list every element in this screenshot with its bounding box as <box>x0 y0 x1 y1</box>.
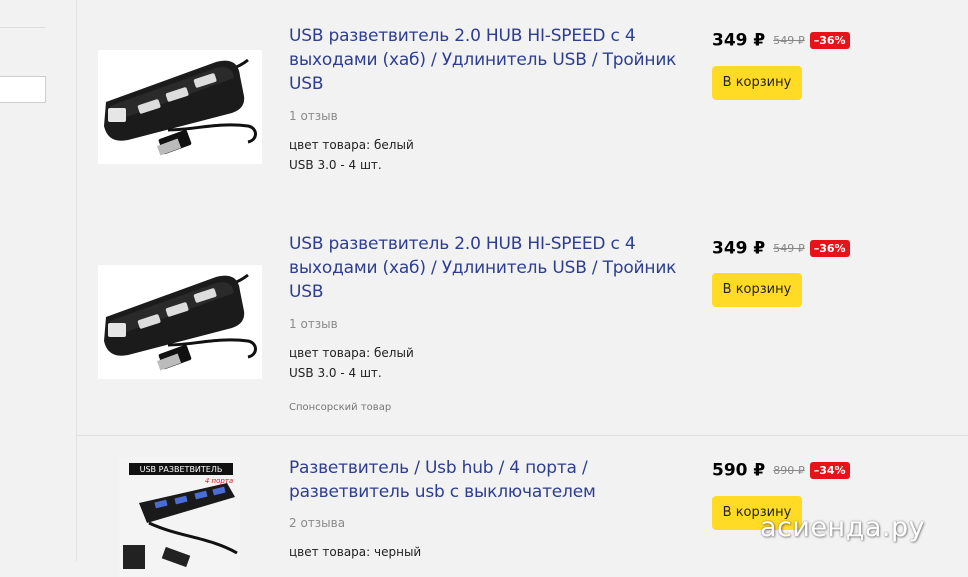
product-attribute-color: цвет товара: черный <box>289 545 422 559</box>
filter-input[interactable] <box>0 76 46 103</box>
product-attribute-color: цвет товара: белый <box>289 138 414 152</box>
reviews-count[interactable]: 1 отзыв <box>289 317 338 331</box>
product-card: USB РАЗВЕТВИТЕЛЬ 4 порта Разветвитель / … <box>77 436 968 577</box>
product-image[interactable] <box>98 50 262 164</box>
discount-badge: –36% <box>809 32 850 49</box>
old-price: 549 ₽ <box>773 34 805 47</box>
filter-sidebar <box>0 0 60 561</box>
product-image[interactable]: USB РАЗВЕТВИТЕЛЬ 4 порта <box>119 457 240 577</box>
current-price: 349 ₽ <box>712 30 766 51</box>
usb-hub-box-icon: USB РАЗВЕТВИТЕЛЬ 4 порта <box>119 457 240 577</box>
product-card: USB разветвитель 2.0 HUB HI-SPEED с 4 вы… <box>77 212 968 436</box>
product-image[interactable] <box>98 265 262 379</box>
discount-badge: –36% <box>809 240 850 257</box>
discount-badge: –34% <box>809 462 850 479</box>
product-list: USB разветвитель 2.0 HUB HI-SPEED с 4 вы… <box>76 0 968 577</box>
add-to-cart-button[interactable]: В корзину <box>712 273 802 307</box>
current-price: 349 ₽ <box>712 238 766 259</box>
old-price: 890 ₽ <box>773 464 805 477</box>
usb-hub-icon <box>98 265 262 379</box>
price-block: 590 ₽ 890 ₽ –34% <box>712 460 850 482</box>
product-attribute-ports: USB 3.0 - 4 шт. <box>289 158 382 172</box>
reviews-count[interactable]: 2 отзыва <box>289 516 345 530</box>
old-price: 549 ₽ <box>773 242 805 255</box>
box-label: USB РАЗВЕТВИТЕЛЬ <box>140 465 223 474</box>
current-price: 590 ₽ <box>712 460 766 481</box>
product-attribute-ports: USB 3.0 - 4 шт. <box>289 366 382 380</box>
price-block: 349 ₽ 549 ₽ –36% <box>712 30 850 52</box>
price-block: 349 ₽ 549 ₽ –36% <box>712 238 850 260</box>
product-title-link[interactable]: USB разветвитель 2.0 HUB HI-SPEED с 4 вы… <box>289 232 681 304</box>
product-title-link[interactable]: USB разветвитель 2.0 HUB HI-SPEED с 4 вы… <box>289 24 681 96</box>
reviews-count[interactable]: 1 отзыв <box>289 109 338 123</box>
product-card: USB разветвитель 2.0 HUB HI-SPEED с 4 вы… <box>77 0 968 213</box>
product-title-link[interactable]: Разветвитель / Usb hub / 4 порта / разве… <box>289 456 681 504</box>
sponsored-label: Спонсорский товар <box>289 402 392 413</box>
product-attribute-color: цвет товара: белый <box>289 346 414 360</box>
usb-hub-icon <box>98 50 262 164</box>
add-to-cart-button[interactable]: В корзину <box>712 66 802 100</box>
box-sublabel: 4 порта <box>205 477 233 485</box>
site-watermark: асиенда.ру <box>760 512 926 543</box>
sidebar-divider <box>0 27 46 28</box>
